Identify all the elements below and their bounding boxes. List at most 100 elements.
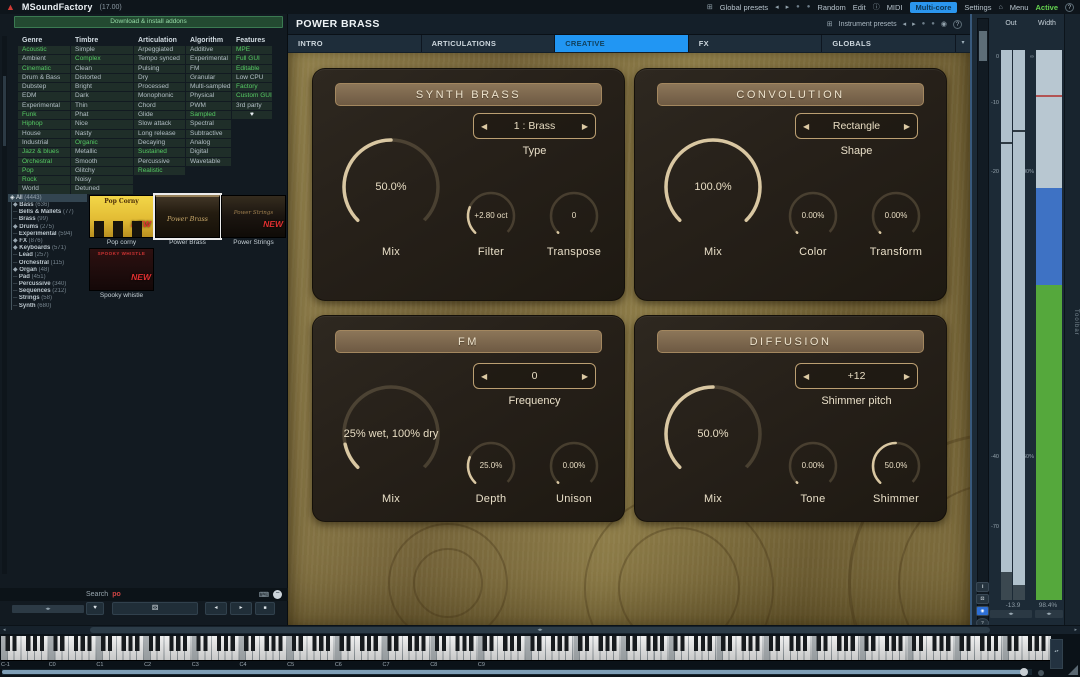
small-knob-2[interactable]: 0.00% <box>545 437 603 495</box>
value-selector[interactable]: ◀ Rectangle ▶ <box>795 113 918 139</box>
tag-item[interactable]: Pop <box>18 167 70 175</box>
info-icon[interactable]: ⓘ <box>873 2 880 12</box>
active-status[interactable]: Active <box>1035 3 1058 12</box>
tab[interactable]: GLOBALS <box>822 35 955 52</box>
next-preset-button[interactable]: ▸ <box>230 602 252 615</box>
tag-item[interactable]: Physical <box>186 92 231 100</box>
tag-item[interactable]: Custom GUI <box>232 92 272 100</box>
selector-prev-icon[interactable]: ◀ <box>474 122 494 131</box>
tag-item[interactable]: Experimental <box>18 102 70 110</box>
eye-icon[interactable]: ◉ <box>941 20 947 28</box>
browser-mini-scrollbar[interactable]: ◂▸ <box>12 605 84 613</box>
tag-item[interactable]: FM <box>186 65 231 73</box>
favorite-button[interactable]: ♥ <box>86 602 104 615</box>
value-selector[interactable]: ◀ 0 ▶ <box>473 363 596 389</box>
tag-item[interactable]: EDM <box>18 92 70 100</box>
tree-item[interactable]: Percussive (340) <box>13 281 87 288</box>
global-presets-grid-icon[interactable]: ⊞ <box>707 3 713 11</box>
tag-item[interactable]: Multi-sampled <box>186 83 231 91</box>
tag-item[interactable]: Realistic <box>134 167 185 175</box>
download-addons-button[interactable]: Download & install addons <box>14 16 283 28</box>
tree-item[interactable]: Keyboards (571) <box>13 245 87 252</box>
menu-button[interactable]: Menu <box>1010 3 1029 12</box>
tag-item[interactable]: Sampled <box>186 111 231 119</box>
instrument-presets-grid-icon[interactable]: ⊞ <box>827 20 833 28</box>
tag-item[interactable]: Bright <box>71 83 133 91</box>
stop-button[interactable]: ■ <box>255 602 275 615</box>
edit-button[interactable]: Edit <box>853 3 866 12</box>
tab[interactable]: ARTICULATIONS <box>422 35 555 52</box>
tag-item[interactable]: Decaying <box>134 139 185 147</box>
home-icon[interactable]: ⌂ <box>998 4 1002 11</box>
global-presets-button[interactable]: Global presets <box>720 3 768 12</box>
tag-item[interactable]: Sustained <box>134 148 185 156</box>
inst-help-icon[interactable]: ? <box>953 20 962 29</box>
selector-prev-icon[interactable]: ◀ <box>474 372 494 381</box>
piano-keyboard[interactable] <box>1 636 1051 661</box>
keyboard-scroll-handle[interactable]: ◂▸ <box>90 627 990 633</box>
preset-prev-icon[interactable]: ◂ <box>775 3 779 11</box>
mix-knob[interactable]: 25% wet, 100% dry <box>335 378 447 490</box>
small-knob-1[interactable]: 0.00% <box>784 437 842 495</box>
tag-item[interactable]: 3rd party <box>232 102 272 110</box>
tree-item[interactable]: Brass (99) <box>13 216 87 223</box>
tabs-overflow-icon[interactable]: ▾ <box>956 35 970 52</box>
tag-item[interactable]: Detuned <box>71 185 133 193</box>
preset-card[interactable]: Pop Corny NEW Pop corny <box>89 195 154 247</box>
selector-next-icon[interactable]: ▶ <box>897 372 917 381</box>
help-icon[interactable]: ? <box>1065 3 1074 12</box>
zoom-reset-dot[interactable] <box>1038 670 1044 676</box>
tag-item[interactable]: Thin <box>71 102 133 110</box>
random-preset-button[interactable]: ⚄ <box>112 602 198 615</box>
tag-item[interactable]: Spectral <box>186 120 231 128</box>
window-resize-handle[interactable] <box>1068 665 1078 675</box>
sidebar-scrollbar[interactable] <box>2 36 7 574</box>
mix-knob[interactable]: 100.0% <box>657 131 769 243</box>
tag-item[interactable]: Funk <box>18 111 70 119</box>
small-knob-1[interactable]: 25.0% <box>462 437 520 495</box>
tree-item[interactable]: Pad (451) <box>13 274 87 281</box>
tree-item[interactable]: Organ (48) <box>13 267 87 274</box>
tag-item[interactable]: Industrial <box>18 139 70 147</box>
tree-item[interactable]: Bells & Mallets (77) <box>13 209 87 216</box>
preset-next-icon[interactable]: ▸ <box>786 3 790 11</box>
tag-item[interactable]: Smooth <box>71 158 133 166</box>
search-input[interactable]: po <box>112 591 121 598</box>
meter-range-slider[interactable]: ◂▸ <box>990 610 1032 618</box>
tag-item[interactable]: Digital <box>186 148 231 156</box>
tag-item[interactable]: Wavetable <box>186 158 231 166</box>
preset-save-icon[interactable]: ● <box>796 4 800 10</box>
tag-item[interactable]: Nasty <box>71 130 133 138</box>
midi-button[interactable]: MIDI <box>887 3 903 12</box>
tag-item[interactable]: Complex <box>71 55 133 63</box>
selector-next-icon[interactable]: ▶ <box>575 122 595 131</box>
random-button[interactable]: Random <box>817 3 845 12</box>
tag-item[interactable]: Percussive <box>134 158 185 166</box>
tag-item[interactable]: Drum & Bass <box>18 74 70 82</box>
small-knob-1[interactable]: 0.00% <box>784 187 842 245</box>
tree-item[interactable]: Synth (680) <box>13 303 87 310</box>
mix-knob[interactable]: 50.0% <box>657 378 769 490</box>
tag-item[interactable]: Phat <box>71 111 133 119</box>
inst-menu-icon[interactable]: ● <box>931 21 935 27</box>
scrollbar-handle[interactable] <box>3 76 6 146</box>
preset-thumbnail-image[interactable]: SPOOKY WHISTLE NEW <box>89 248 154 291</box>
small-knob-2[interactable]: 50.0% <box>867 437 925 495</box>
black-keys[interactable] <box>1 636 1051 651</box>
zoom-bar-knob[interactable] <box>1020 668 1028 676</box>
tag-item[interactable]: Editable <box>232 65 272 73</box>
tree-item[interactable]: Lead (257) <box>13 252 87 259</box>
scroll-right-icon[interactable]: ▸ <box>1074 627 1077 633</box>
tag-item[interactable]: Dry <box>134 74 185 82</box>
tag-item[interactable]: Analog <box>186 139 231 147</box>
tab[interactable]: INTRO <box>288 35 421 52</box>
tag-item[interactable]: Metallic <box>71 148 133 156</box>
selector-next-icon[interactable]: ▶ <box>575 372 595 381</box>
preset-card[interactable]: Power Strings NEW Power Strings <box>221 195 286 247</box>
tag-item[interactable]: Acoustic <box>18 46 70 54</box>
tag-item[interactable]: Ambient <box>18 55 70 63</box>
small-knob-2[interactable]: 0 <box>545 187 603 245</box>
tag-item[interactable]: ♥ <box>232 111 272 119</box>
out-meter-left[interactable] <box>1001 50 1012 600</box>
tag-item[interactable]: PWM <box>186 102 231 110</box>
